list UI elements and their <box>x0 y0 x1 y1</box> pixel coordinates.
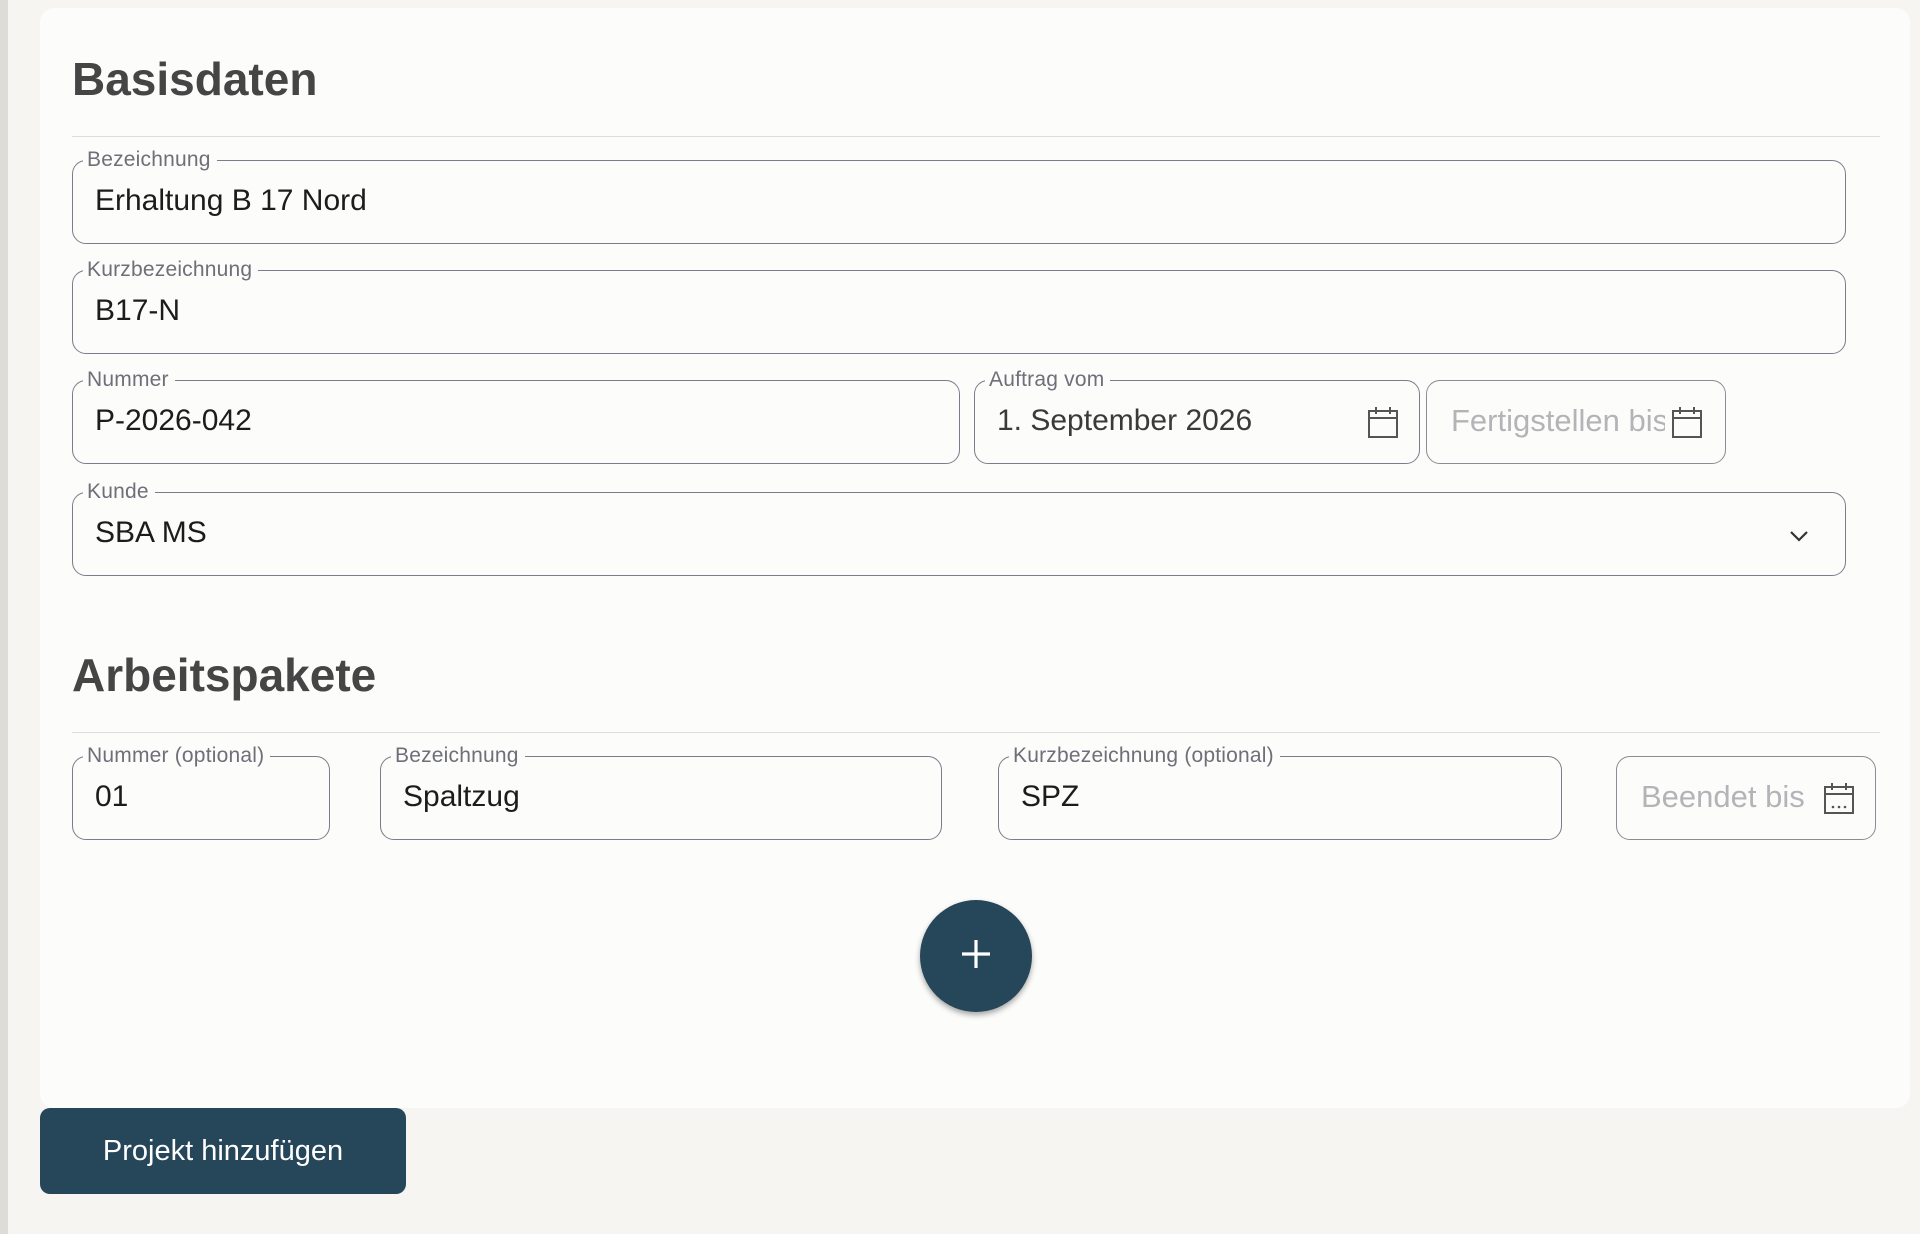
arbeitspaket-nummer-value[interactable]: 01 <box>95 757 128 837</box>
left-rail <box>0 0 8 1234</box>
arbeitspaket-kurzbezeichnung-field[interactable]: Kurzbezeichnung (optional) SPZ <box>998 743 1562 840</box>
section-title-arbeitspakete: Arbeitspakete <box>72 649 377 701</box>
fertigstellen-bis-placeholder[interactable]: Fertigstellen bis <box>1451 381 1665 461</box>
arbeitspaket-nummer-field[interactable]: Nummer (optional) 01 <box>72 743 330 840</box>
chevron-down-icon[interactable] <box>1783 519 1815 553</box>
add-arbeitspaket-button[interactable] <box>920 900 1032 1012</box>
calendar-icon[interactable] <box>1367 405 1399 439</box>
arbeitspaket-bezeichnung-value[interactable]: Spaltzug <box>403 757 520 837</box>
nummer-value[interactable]: P-2026-042 <box>95 381 252 461</box>
kurzbezeichnung-value[interactable]: B17-N <box>95 271 180 351</box>
beendet-bis-placeholder[interactable]: Beendet bis <box>1641 757 1821 837</box>
auftrag-vom-value[interactable]: 1. September 2026 <box>997 381 1252 461</box>
arbeitspaket-bezeichnung-field[interactable]: Bezeichnung Spaltzug <box>380 743 942 840</box>
kunde-select[interactable]: Kunde SBA MS <box>72 479 1846 576</box>
beendet-bis-field[interactable]: Beendet bis <box>1616 756 1876 840</box>
fertigstellen-bis-field[interactable]: Fertigstellen bis <box>1426 380 1726 464</box>
nummer-field[interactable]: Nummer P-2026-042 <box>72 367 960 464</box>
projekt-hinzufuegen-button[interactable]: Projekt hinzufügen <box>40 1108 406 1194</box>
kurzbezeichnung-field[interactable]: Kurzbezeichnung B17-N <box>72 257 1846 354</box>
divider <box>72 732 1880 733</box>
arbeitspaket-kurzbezeichnung-value[interactable]: SPZ <box>1021 757 1079 837</box>
plus-icon <box>959 937 993 976</box>
calendar-icon[interactable] <box>1671 405 1703 439</box>
section-title-basisdaten: Basisdaten <box>72 53 318 105</box>
kunde-value[interactable]: SBA MS <box>95 493 207 573</box>
divider <box>72 136 1880 137</box>
auftrag-vom-field[interactable]: Auftrag vom 1. September 2026 <box>974 367 1420 464</box>
calendar-icon[interactable] <box>1823 781 1855 815</box>
bezeichnung-field[interactable]: Bezeichnung Erhaltung B 17 Nord <box>72 147 1846 244</box>
bezeichnung-value[interactable]: Erhaltung B 17 Nord <box>95 161 367 241</box>
